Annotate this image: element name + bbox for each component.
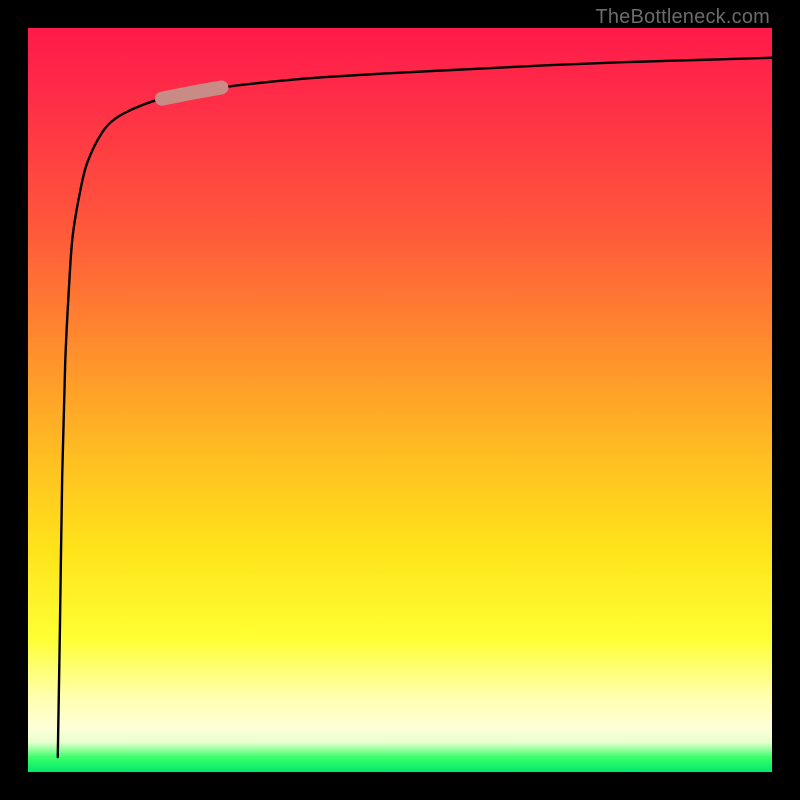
highlight-pill bbox=[162, 88, 222, 99]
attribution-label: TheBottleneck.com bbox=[595, 6, 770, 29]
bottleneck-curve bbox=[58, 58, 772, 757]
chart-root: TheBottleneck.com bbox=[0, 0, 800, 800]
curve-layer bbox=[28, 28, 772, 772]
plot-area bbox=[28, 28, 772, 772]
